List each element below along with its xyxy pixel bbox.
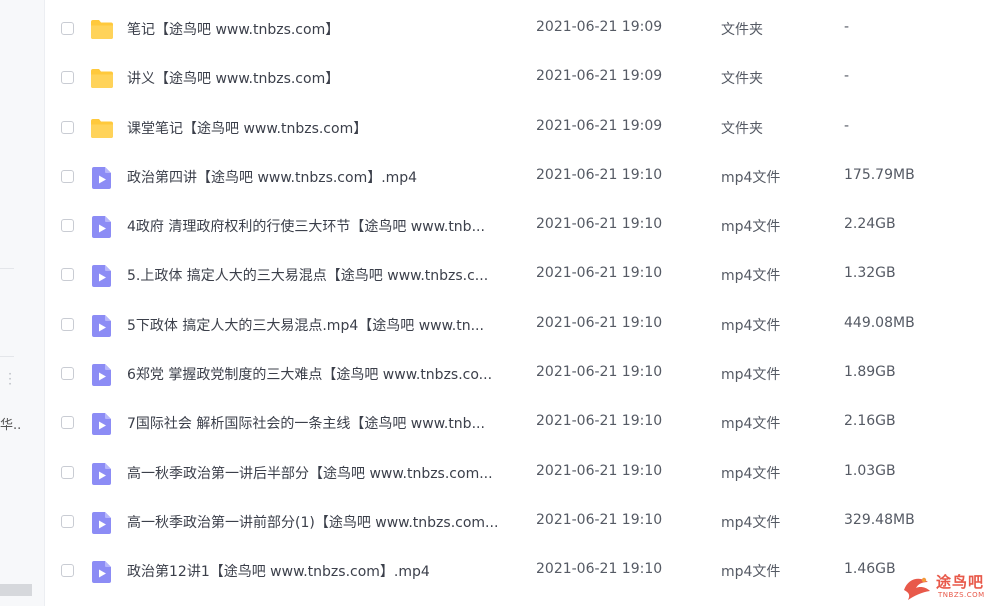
file-date: 2021-06-21 19:10 bbox=[536, 413, 663, 430]
file-name[interactable]: 高一秋季政治第一讲前部分(1)【途鸟吧 www.tnbzs.com... bbox=[127, 512, 517, 532]
row-checkbox[interactable] bbox=[61, 71, 74, 85]
file-type: mp4文件 bbox=[721, 465, 781, 482]
row-checkbox[interactable] bbox=[61, 416, 74, 430]
file-name[interactable]: 4政府 清理政府权利的行使三大环节【途鸟吧 www.tnb... bbox=[127, 216, 517, 236]
file-size: 449.08MB bbox=[844, 314, 915, 331]
sidebar-divider bbox=[0, 268, 14, 269]
video-file-icon bbox=[90, 412, 114, 436]
file-date: 2021-06-21 19:10 bbox=[536, 364, 663, 381]
bird-logo-icon bbox=[904, 577, 930, 600]
file-type: mp4文件 bbox=[721, 268, 781, 285]
row-checkbox[interactable] bbox=[61, 22, 74, 35]
file-name[interactable]: 高一秋季政治第一讲后半部分【途鸟吧 www.tnbzs.com... bbox=[127, 463, 517, 483]
row-checkbox[interactable] bbox=[61, 169, 74, 183]
file-date: 2021-06-21 19:10 bbox=[536, 561, 663, 578]
file-row[interactable]: 课堂笔记【途鸟吧 www.tnbzs.com】 2021-06-21 19:09 文… bbox=[44, 103, 1000, 152]
file-name[interactable]: 7国际社会 解析国际社会的一条主线【途鸟吧 www.tnb... bbox=[127, 413, 517, 433]
file-name[interactable]: 政治第四讲【途鸟吧 www.tnbzs.com】.mp4 bbox=[127, 167, 517, 187]
file-row[interactable]: 4政府 清理政府权利的行使三大环节【途鸟吧 www.tnb... 2021-06-… bbox=[44, 201, 1000, 250]
file-row[interactable]: 政治第12讲1【途鸟吧 www.tnbzs.com】.mp4 2021-06-21… bbox=[44, 546, 1000, 595]
video-file-icon bbox=[90, 462, 114, 485]
horizontal-scrollbar[interactable] bbox=[0, 584, 32, 596]
file-type: mp4文件 bbox=[721, 169, 781, 186]
file-list: 笔记【途鸟吧 www.tnbzs.com】 2021-06-21 19:09 文件夹… bbox=[44, 4, 1000, 596]
file-row[interactable]: 6郑党 掌握政党制度的三大难点【途鸟吧 www.tnbzs.co... 2021-… bbox=[44, 349, 1000, 398]
file-date: 2021-06-21 19:10 bbox=[536, 166, 663, 183]
row-checkbox[interactable] bbox=[61, 317, 74, 331]
file-size: 1.46GB bbox=[844, 561, 896, 578]
video-file-icon bbox=[90, 314, 114, 337]
file-size: 1.32GB bbox=[844, 265, 896, 282]
file-type: 文件夹 bbox=[721, 22, 763, 38]
folder-icon bbox=[90, 117, 114, 139]
file-size: 1.03GB bbox=[844, 462, 896, 479]
file-size: 329.48MB bbox=[844, 511, 915, 528]
file-size: 175.79MB bbox=[844, 166, 915, 183]
video-file-icon bbox=[90, 215, 114, 239]
file-date: 2021-06-21 19:10 bbox=[536, 216, 663, 233]
watermark-text: 途鸟吧 bbox=[936, 573, 985, 591]
sidebar-divider bbox=[0, 356, 14, 357]
row-checkbox[interactable] bbox=[61, 465, 74, 479]
file-name[interactable]: 课堂笔记【途鸟吧 www.tnbzs.com】 bbox=[127, 118, 517, 138]
file-type: mp4文件 bbox=[721, 219, 781, 236]
file-name[interactable]: 讲义【途鸟吧 www.tnbzs.com】 bbox=[127, 68, 517, 88]
file-date: 2021-06-21 19:09 bbox=[536, 68, 663, 85]
file-date: 2021-06-21 19:09 bbox=[536, 19, 663, 35]
file-date: 2021-06-21 19:10 bbox=[536, 314, 663, 331]
file-type: mp4文件 bbox=[721, 416, 781, 433]
file-row[interactable]: 高一秋季政治第一讲后半部分【途鸟吧 www.tnbzs.com... 2021-0… bbox=[44, 448, 1000, 497]
video-file-icon bbox=[90, 264, 114, 288]
file-size: 2.24GB bbox=[844, 216, 896, 233]
file-size: - bbox=[844, 117, 850, 134]
file-size: - bbox=[844, 19, 850, 35]
row-checkbox[interactable] bbox=[61, 514, 74, 528]
file-size: 1.89GB bbox=[844, 364, 896, 381]
file-type: 文件夹 bbox=[721, 120, 763, 137]
file-name[interactable]: 6郑党 掌握政党制度的三大难点【途鸟吧 www.tnbzs.co... bbox=[127, 364, 517, 384]
file-type: mp4文件 bbox=[721, 514, 781, 531]
more-options-icon[interactable]: · · · bbox=[7, 368, 13, 390]
file-date: 2021-06-21 19:10 bbox=[536, 511, 663, 528]
file-row[interactable]: 高一秋季政治第一讲前部分(1)【途鸟吧 www.tnbzs.com... 2021… bbox=[44, 497, 1000, 546]
row-checkbox[interactable] bbox=[61, 564, 74, 578]
file-row[interactable]: 笔记【途鸟吧 www.tnbzs.com】 2021-06-21 19:09 文件夹… bbox=[44, 4, 1000, 53]
file-name[interactable]: 5.上政体 搞定人大的三大易混点【途鸟吧 www.tnbzs.c... bbox=[127, 265, 517, 285]
file-row[interactable]: 7国际社会 解析国际社会的一条主线【途鸟吧 www.tnb... 2021-06-… bbox=[44, 398, 1000, 447]
row-checkbox[interactable] bbox=[61, 219, 74, 233]
sidebar: ··· 华... bbox=[0, 0, 45, 606]
row-checkbox[interactable] bbox=[61, 367, 74, 381]
watermark-url: TNBZS.COM bbox=[938, 591, 985, 599]
file-row[interactable]: 5下政体 搞定人大的三大易混点.mp4【途鸟吧 www.tn... 2021-06… bbox=[44, 300, 1000, 349]
file-type: 文件夹 bbox=[721, 71, 763, 88]
file-row[interactable]: 5.上政体 搞定人大的三大易混点【途鸟吧 www.tnbzs.c... 2021-… bbox=[44, 250, 1000, 299]
row-checkbox[interactable] bbox=[61, 268, 74, 282]
file-size: - bbox=[844, 68, 850, 85]
row-checkbox[interactable] bbox=[61, 120, 74, 134]
file-size: 2.16GB bbox=[844, 413, 896, 430]
sidebar-item-label[interactable]: 华... bbox=[0, 414, 22, 433]
file-row[interactable]: 讲义【途鸟吧 www.tnbzs.com】 2021-06-21 19:09 文件夹… bbox=[44, 53, 1000, 102]
file-date: 2021-06-21 19:10 bbox=[536, 462, 663, 479]
file-type: mp4文件 bbox=[721, 367, 781, 384]
folder-icon bbox=[90, 18, 114, 40]
file-name[interactable]: 政治第12讲1【途鸟吧 www.tnbzs.com】.mp4 bbox=[127, 561, 517, 581]
file-date: 2021-06-21 19:09 bbox=[536, 117, 663, 134]
file-type: mp4文件 bbox=[721, 317, 781, 334]
watermark-logo: 途鸟吧 TNBZS.COM bbox=[900, 568, 1000, 606]
video-file-icon bbox=[90, 166, 114, 189]
file-name[interactable]: 笔记【途鸟吧 www.tnbzs.com】 bbox=[127, 19, 517, 39]
folder-icon bbox=[90, 67, 114, 89]
file-name[interactable]: 5下政体 搞定人大的三大易混点.mp4【途鸟吧 www.tn... bbox=[127, 315, 517, 335]
video-file-icon bbox=[90, 511, 114, 534]
video-file-icon bbox=[90, 363, 114, 387]
file-type: mp4文件 bbox=[721, 564, 781, 581]
video-file-icon bbox=[90, 560, 114, 584]
file-row[interactable]: 政治第四讲【途鸟吧 www.tnbzs.com】.mp4 2021-06-21 1… bbox=[44, 152, 1000, 201]
file-date: 2021-06-21 19:10 bbox=[536, 265, 663, 282]
